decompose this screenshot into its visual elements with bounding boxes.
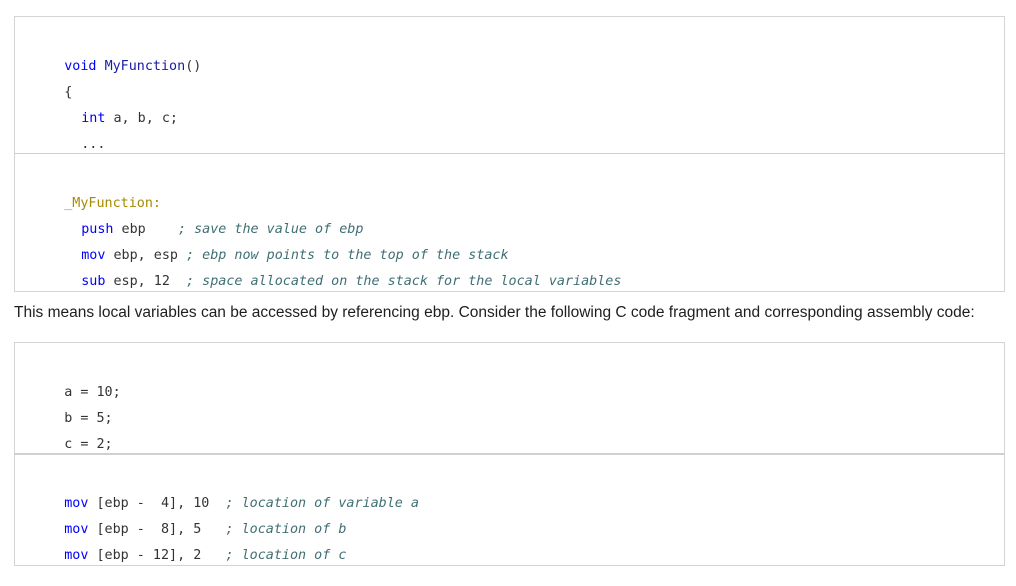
code-block-c-function: void MyFunction() { int a, b, c; ...: [14, 16, 1005, 154]
asm-op: mov: [64, 548, 89, 563]
asm-args: esp, 12: [105, 274, 187, 289]
code-op: =: [72, 437, 97, 452]
code-block-asm-stores: mov [ebp - 4], 10 ; location of variable…: [14, 455, 1005, 566]
code-line: c = 2;: [32, 415, 112, 452]
asm-args: [ebp - 12], 2: [88, 548, 226, 563]
code-line: mov [ebp - 8], 5 ; location of b: [32, 500, 346, 537]
code-text: (): [185, 59, 202, 74]
code-value: 2;: [96, 437, 113, 452]
code-line: push ebp ; save the value of ebp: [49, 200, 363, 237]
code-line: b = 5;: [32, 389, 112, 426]
code-line: int a, b, c;: [49, 89, 178, 126]
asm-comment: ; space allocated on the stack for the l…: [186, 274, 622, 289]
code-line: sub esp, 12 ; space allocated on the sta…: [49, 252, 621, 289]
code-label-line: _MyFunction:: [32, 174, 161, 211]
code-text: ...: [81, 137, 106, 152]
code-function-name: MyFunction: [104, 59, 186, 74]
code-text: a, b, c;: [105, 111, 178, 126]
code-block-asm-prologue: _MyFunction: push ebp ; save the value o…: [14, 154, 1005, 292]
code-line: {: [32, 63, 72, 100]
asm-comment: ; location of c: [225, 548, 347, 563]
code-line: mov [ebp - 12], 2 ; location of c: [32, 526, 346, 563]
code-line: a = 10;: [32, 363, 120, 400]
code-block-c-assignments: a = 10; b = 5; c = 2;: [14, 342, 1005, 455]
code-line: ...: [49, 115, 105, 152]
body-paragraph: This means local variables can be access…: [14, 304, 975, 321]
code-line: mov ebp, esp ; ebp now points to the top…: [49, 226, 508, 263]
code-line: mov [ebp - 4], 10 ; location of variable…: [32, 474, 419, 511]
asm-op: sub: [81, 274, 106, 289]
code-line: void MyFunction(): [32, 37, 201, 74]
